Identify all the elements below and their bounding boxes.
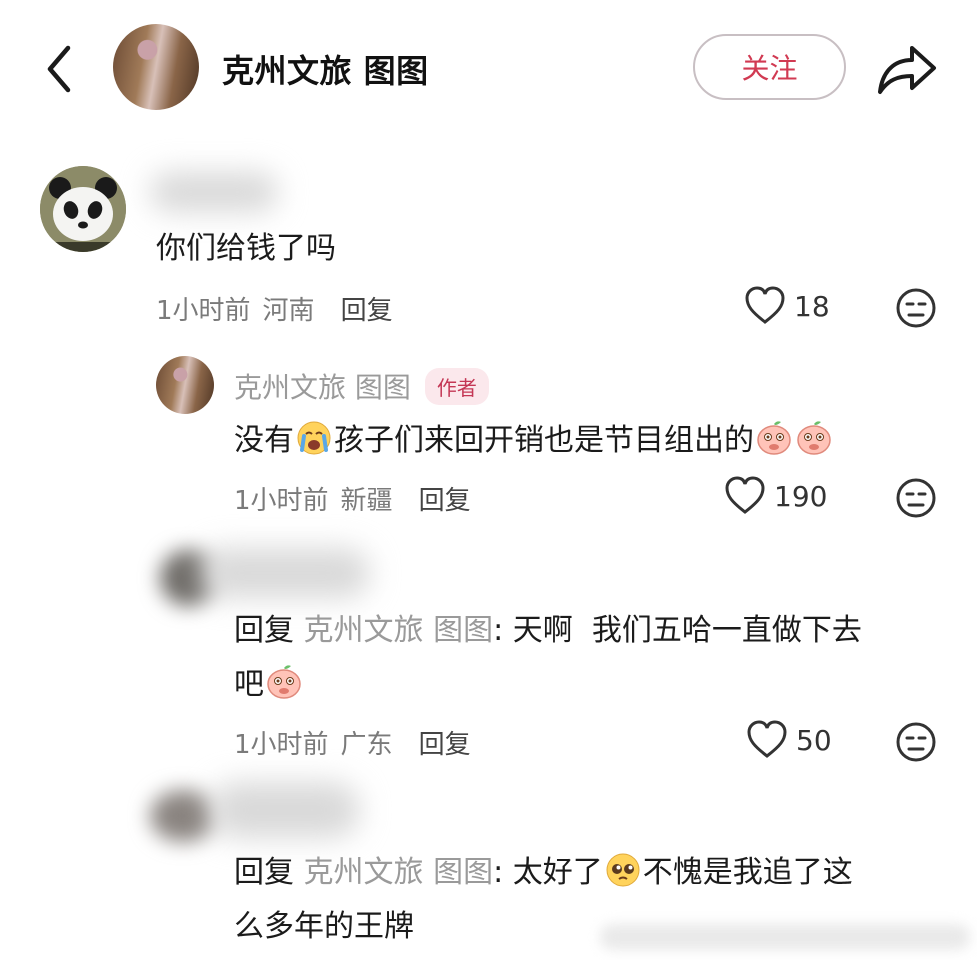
mention-link[interactable]: 克州文旅 图图 xyxy=(304,855,494,890)
neutral-face-icon xyxy=(896,478,936,518)
reply-text-line: 回复 克州文旅 图图: 天啊 我们五哈一直做下去 xyxy=(234,604,862,658)
account-name[interactable]: 克州文旅 图图 xyxy=(222,46,429,92)
text-segment: 孩子们来回开销也是节目组出的 xyxy=(334,423,754,458)
text-segment: 没有 xyxy=(234,423,294,458)
heart-outline-icon xyxy=(725,476,765,514)
commenter-avatar[interactable] xyxy=(40,166,126,252)
colon: : xyxy=(493,855,504,890)
back-button[interactable] xyxy=(40,44,84,94)
reply-prefix: 回复 xyxy=(234,855,294,890)
crying-emoji-icon xyxy=(296,420,332,456)
like-button[interactable]: 190 xyxy=(724,476,827,516)
comment-location: 河南 xyxy=(262,296,315,326)
reply-text-line: 么多年的王牌 xyxy=(234,900,414,954)
dislike-button[interactable] xyxy=(895,721,937,763)
account-avatar[interactable] xyxy=(113,24,199,110)
dislike-button[interactable] xyxy=(895,477,937,519)
neutral-face-icon xyxy=(896,722,936,762)
mention-link[interactable]: 克州文旅 图图 xyxy=(304,613,494,648)
comment-location: 广东 xyxy=(340,730,393,760)
heart-outline-icon xyxy=(745,286,785,324)
comment-text: 你们给钱了吗 xyxy=(156,231,336,266)
peach-shy-emoji-icon xyxy=(795,420,833,456)
like-button[interactable]: 18 xyxy=(744,286,830,326)
share-arrow-icon xyxy=(878,46,936,94)
like-count: 18 xyxy=(794,289,830,323)
comment-time: 1小时前 xyxy=(234,486,329,516)
blurred-username xyxy=(210,782,360,838)
text-segment: 太好了 xyxy=(512,855,603,890)
commenter-avatar[interactable] xyxy=(150,790,216,842)
reply-prefix: 回复 xyxy=(234,613,294,648)
reply-button[interactable]: 回复 xyxy=(341,290,393,327)
comment-time: 1小时前 xyxy=(156,296,251,326)
author-badge: 作者 xyxy=(424,367,489,405)
colon: : xyxy=(493,613,504,648)
heart-outline-icon xyxy=(747,720,787,758)
reply-button[interactable]: 回复 xyxy=(419,724,471,761)
text-segment: 不愧是我追了这 xyxy=(642,855,853,890)
author-avatar[interactable] xyxy=(156,356,214,414)
dislike-button[interactable] xyxy=(895,287,937,329)
follow-button[interactable]: 关注 xyxy=(693,34,846,100)
watermark-overlay xyxy=(600,918,970,952)
peach-touched-emoji-icon xyxy=(265,664,303,700)
peach-shy-emoji-icon xyxy=(755,420,793,456)
pleading-face-emoji-icon xyxy=(605,852,641,888)
reply-text-line: 吧 xyxy=(234,658,304,712)
like-button[interactable]: 50 xyxy=(746,720,832,760)
comment-time: 1小时前 xyxy=(234,730,329,760)
share-button[interactable] xyxy=(876,42,938,96)
text-segment: 天啊 我们五哈一直做下去 xyxy=(512,613,862,648)
text-segment: 么多年的王牌 xyxy=(234,909,414,944)
author-reply-text: 没有 孩子们来回开销也是节目组出的 xyxy=(234,414,834,468)
text-segment: 吧 xyxy=(234,667,264,702)
chevron-left-icon xyxy=(47,45,71,93)
like-count: 190 xyxy=(774,479,828,513)
author-name[interactable]: 克州文旅 图图 xyxy=(234,366,411,406)
reply-button[interactable]: 回复 xyxy=(419,480,471,517)
neutral-face-icon xyxy=(896,288,936,328)
like-count: 50 xyxy=(796,723,832,757)
reply-text-line: 回复 克州文旅 图图: 太好了 不愧是我追了这 xyxy=(234,846,853,900)
panda-avatar-image xyxy=(40,166,126,252)
blurred-username xyxy=(150,172,278,212)
comment-location: 新疆 xyxy=(340,486,393,516)
blurred-username xyxy=(200,548,370,598)
